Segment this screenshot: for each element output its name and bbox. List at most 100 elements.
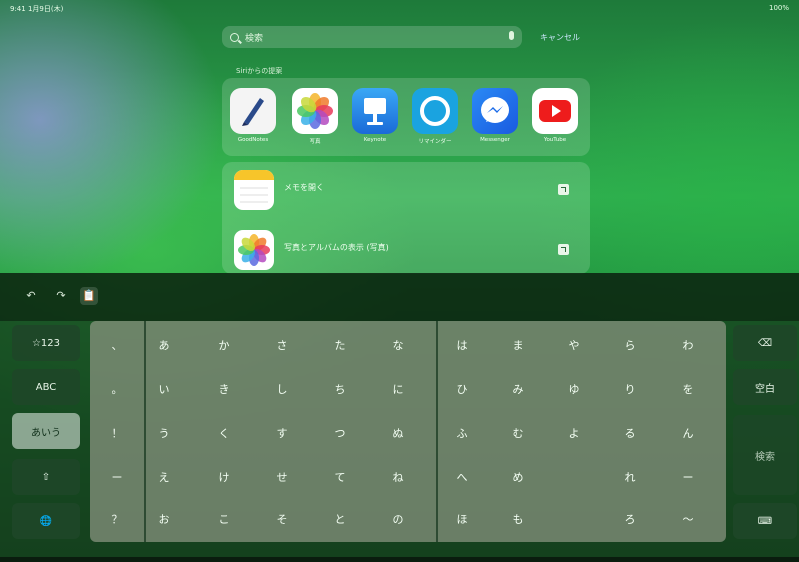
hide-keyboard-key[interactable]: ⌨ <box>733 503 797 539</box>
kana-key[interactable]: わ <box>678 337 698 353</box>
status-battery: 100% <box>768 4 789 12</box>
kana-key[interactable]: い <box>154 381 174 397</box>
kana-key[interactable]: さ <box>272 337 292 353</box>
search-field[interactable]: 検索 <box>222 26 522 48</box>
kana-key[interactable]: う <box>154 425 174 441</box>
key-divider <box>144 321 146 542</box>
kana-key[interactable]: お <box>154 511 174 527</box>
kana-key[interactable]: た <box>330 337 350 353</box>
kana-key[interactable]: り <box>620 381 640 397</box>
messenger-icon <box>472 88 518 134</box>
kana-key[interactable]: せ <box>272 469 292 485</box>
app-label: YouTube <box>543 137 567 143</box>
kana-key[interactable]: む <box>508 425 528 441</box>
punctuation-key[interactable]: ？ <box>107 511 127 527</box>
cancel-button[interactable]: キャンセル <box>540 32 580 43</box>
space-key[interactable]: 空白 <box>733 369 797 405</box>
kana-key[interactable]: は <box>452 337 472 353</box>
undo-icon[interactable]: ↶ <box>22 287 40 305</box>
kana-key[interactable]: や <box>564 337 584 353</box>
redo-icon[interactable]: ↷ <box>52 287 70 305</box>
app-label: Messenger <box>480 137 510 143</box>
kana-key[interactable]: つ <box>330 425 350 441</box>
shift-key[interactable]: ⇧ <box>12 459 80 495</box>
microphone-icon[interactable] <box>509 31 514 40</box>
punctuation-key[interactable]: 、 <box>107 337 127 353</box>
kana-key[interactable]: え <box>154 469 174 485</box>
open-arrow-icon[interactable] <box>558 184 569 195</box>
app-label: リマインダー <box>418 139 452 145</box>
kana-key[interactable]: に <box>388 381 408 397</box>
kana-key[interactable]: れ <box>620 469 640 485</box>
kana-key[interactable]: す <box>272 425 292 441</box>
app-label: 写真 <box>309 139 321 145</box>
open-arrow-icon[interactable] <box>558 244 569 255</box>
result-title: 写真とアルバムの表示 (写真) <box>284 243 389 252</box>
app-alexa[interactable]: リマインダー <box>412 88 458 145</box>
kana-key[interactable]: ろ <box>620 511 640 527</box>
app-messenger[interactable]: Messenger <box>472 88 518 143</box>
keyboard-toolbar: ↶ ↷ 📋 <box>0 273 799 321</box>
app-keynote[interactable]: Keynote <box>352 88 398 143</box>
punctuation-key[interactable]: 。 <box>107 381 127 397</box>
search-results-panel: メモを開く 写真とアルバムの表示 (写真) <box>222 162 590 274</box>
kana-key[interactable]: ん <box>678 425 698 441</box>
key-abc[interactable]: ABC <box>12 369 80 405</box>
kana-key[interactable]: ね <box>388 469 408 485</box>
kana-key[interactable]: き <box>214 381 234 397</box>
status-time: 9:41 1月9日(木) <box>10 5 64 13</box>
kana-key[interactable]: と <box>330 511 350 527</box>
kana-key[interactable]: み <box>508 381 528 397</box>
kana-key[interactable]: め <box>508 469 528 485</box>
kana-key[interactable]: し <box>272 381 292 397</box>
kana-key[interactable]: ま <box>508 337 528 353</box>
search-icon <box>230 32 239 42</box>
youtube-icon <box>532 88 578 134</box>
goodnotes-icon <box>230 88 276 134</box>
app-youtube[interactable]: YouTube <box>532 88 578 143</box>
punctuation-key[interactable]: ー <box>107 469 127 485</box>
kana-key[interactable]: を <box>678 381 698 397</box>
search-key[interactable]: 検索 <box>733 415 797 495</box>
kana-key[interactable]: か <box>214 337 234 353</box>
punctuation-key[interactable]: ！ <box>107 425 127 441</box>
kana-key[interactable]: ー <box>678 469 698 485</box>
notes-icon <box>234 170 274 210</box>
kana-key[interactable]: ふ <box>452 425 472 441</box>
kana-key[interactable]: な <box>388 337 408 353</box>
kana-key[interactable]: 〜 <box>678 511 698 527</box>
result-title: メモを開く <box>284 183 324 192</box>
kana-key[interactable]: ち <box>330 381 350 397</box>
keyboard: ☆123 ABC あいう ⇧ 🌐 、。 ！ ー ？ わをんー〜 らりるれろ やゆよ まみむめ… <box>0 321 799 557</box>
app-label: Keynote <box>363 137 387 143</box>
kana-key[interactable]: ほ <box>452 511 472 527</box>
kana-key[interactable]: て <box>330 469 350 485</box>
kana-key[interactable]: も <box>508 511 528 527</box>
kana-key[interactable]: ゆ <box>564 381 584 397</box>
delete-key[interactable]: ⌫ <box>733 325 797 361</box>
photos-icon <box>234 230 274 270</box>
app-photos[interactable]: 写真 <box>292 88 338 145</box>
kana-key[interactable]: ぬ <box>388 425 408 441</box>
kana-key[interactable]: そ <box>272 511 292 527</box>
kana-key[interactable]: く <box>214 425 234 441</box>
kana-key[interactable]: ひ <box>452 381 472 397</box>
globe-key[interactable]: 🌐 <box>12 503 80 539</box>
keynote-icon <box>352 88 398 134</box>
kana-key[interactable]: の <box>388 511 408 527</box>
kana-key[interactable]: あ <box>154 337 174 353</box>
kana-key[interactable]: け <box>214 469 234 485</box>
siri-suggestions-label: Siriからの提案 <box>236 67 283 75</box>
key-numbers[interactable]: ☆123 <box>12 325 80 361</box>
kana-key[interactable]: よ <box>564 425 584 441</box>
app-label: GoodNotes <box>237 137 269 143</box>
result-row[interactable]: メモを開く <box>234 166 579 212</box>
kana-key[interactable]: へ <box>452 469 472 485</box>
kana-key[interactable]: る <box>620 425 640 441</box>
kana-key[interactable]: ら <box>620 337 640 353</box>
result-row[interactable]: 写真とアルバムの表示 (写真) <box>234 226 579 272</box>
key-kana-mode[interactable]: あいう <box>12 413 80 449</box>
paste-icon[interactable]: 📋 <box>80 287 98 305</box>
kana-key[interactable]: こ <box>214 511 234 527</box>
app-goodnotes[interactable]: GoodNotes <box>230 88 276 143</box>
